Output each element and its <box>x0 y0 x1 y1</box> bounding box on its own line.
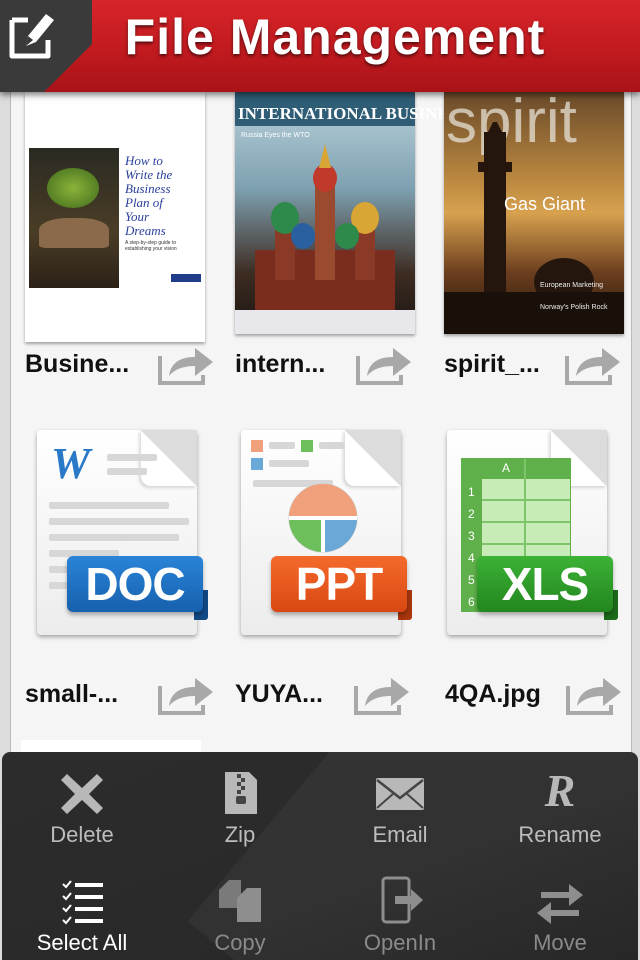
cover-photo <box>29 148 119 288</box>
open-in-icon <box>381 876 423 924</box>
share-icon[interactable] <box>157 344 215 386</box>
cathedral-illustration <box>235 144 415 334</box>
open-in-button[interactable]: OpenIn <box>320 866 480 960</box>
file-name[interactable]: 4QA.jpg <box>445 680 541 709</box>
move-label: Move <box>533 930 587 955</box>
magazine-masthead: INTERNATIONAL BUSINESS <box>238 104 468 123</box>
file-thumbnail[interactable]: INTERNATIONAL BUSINESS Russia Eyes the W… <box>235 92 468 334</box>
open-in-label: OpenIn <box>363 930 437 955</box>
file-thumbnail[interactable]: A 123 456 XLS <box>439 424 619 669</box>
move-button[interactable]: Move <box>480 866 638 960</box>
edit-pencil-icon[interactable] <box>6 6 58 64</box>
file-thumbnail[interactable]: How to Write the Business Plan of Your D… <box>25 92 205 342</box>
cover-subtitle: A step-by-step guide to establishing you… <box>125 240 177 252</box>
select-all-label: Select All <box>36 930 128 955</box>
file-thumbnail[interactable]: PPT <box>233 424 413 669</box>
doc-badge: DOC <box>67 556 203 612</box>
file-name[interactable]: intern... <box>235 350 325 379</box>
file-name[interactable]: small-... <box>25 680 118 709</box>
copy-icon <box>219 880 261 922</box>
email-button[interactable]: Email <box>320 758 480 862</box>
delete-x-icon <box>61 774 103 814</box>
magazine-tagline: Russia Eyes the WTO <box>241 132 310 139</box>
action-toolbar: Delete Zip Email R Rename Select All Cop… <box>2 752 638 960</box>
pie-chart-icon <box>288 483 358 553</box>
xls-badge: XLS <box>477 556 613 612</box>
delete-button[interactable]: Delete <box>2 758 162 862</box>
zip-button[interactable]: Zip <box>160 758 320 862</box>
row-numbers: 123 456 <box>468 485 475 609</box>
file-thumbnail[interactable]: spirit Gas Giant European Marketing Norw… <box>444 87 624 334</box>
magazine-blurb: Norway's Polish Rock <box>540 304 608 311</box>
share-icon[interactable] <box>353 674 411 716</box>
file-name[interactable]: YUYA... <box>235 680 323 709</box>
file-name[interactable]: spirit_... <box>444 350 540 379</box>
zip-icon <box>225 772 257 814</box>
copy-label: Copy <box>214 930 266 955</box>
magazine-headline: Gas Giant <box>504 194 586 214</box>
cover-title: How to Write the Business Plan of Your D… <box>125 153 173 238</box>
rename-r-icon: R <box>544 765 576 816</box>
zip-label: Zip <box>224 822 256 847</box>
publisher-logo <box>171 274 201 282</box>
header-bar: File Management <box>0 0 640 92</box>
magazine-blurb: European Marketing <box>540 282 604 289</box>
share-icon[interactable] <box>564 344 622 386</box>
ppt-badge: PPT <box>271 556 407 612</box>
word-logo-icon: W <box>51 439 91 488</box>
file-name[interactable]: Busine... <box>25 350 129 379</box>
file-thumbnail[interactable]: W DOC <box>29 424 209 669</box>
share-icon[interactable] <box>565 674 623 716</box>
rename-label: Rename <box>518 822 602 847</box>
minaret-illustration <box>444 122 624 334</box>
file-grid[interactable]: How to Write the Business Plan of Your D… <box>10 87 632 792</box>
select-all-button[interactable]: Select All <box>2 866 162 960</box>
email-label: Email <box>372 822 428 847</box>
share-icon[interactable] <box>157 674 215 716</box>
page-title: File Management <box>124 9 546 65</box>
copy-button[interactable]: Copy <box>160 866 320 960</box>
rename-button[interactable]: R Rename <box>480 758 638 862</box>
move-arrows-icon <box>537 884 583 924</box>
share-icon[interactable] <box>355 344 413 386</box>
envelope-icon <box>376 778 424 810</box>
delete-label: Delete <box>50 822 114 847</box>
checklist-icon <box>62 880 103 925</box>
